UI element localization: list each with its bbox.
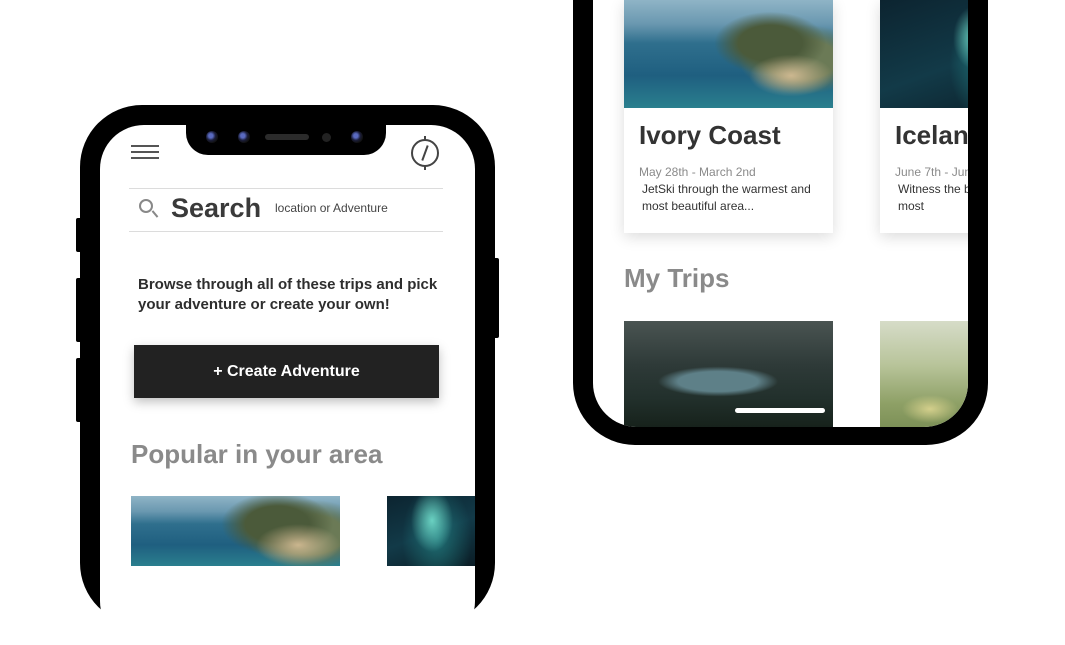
popular-trip-image-coast[interactable]	[131, 496, 340, 566]
trip-card-title: Iceland	[895, 120, 968, 150]
my-trips-title: My Trips	[624, 263, 730, 293]
menu-icon[interactable]	[131, 145, 161, 161]
trip-card[interactable]: Ivory Coast May 28th - March 2nd JetSki …	[624, 0, 833, 233]
speaker-grille	[265, 134, 309, 140]
popular-trip-image-aurora[interactable]	[387, 496, 475, 566]
trip-card-date: June 7th - June	[895, 165, 968, 179]
search-bar[interactable]: Search	[129, 188, 443, 232]
trip-card-title: Ivory Coast	[639, 120, 781, 150]
trip-card-date: May 28th - March 2nd	[639, 165, 756, 179]
front-camera-icon	[351, 131, 363, 143]
trip-card-description: JetSki through the warmest and most beau…	[642, 182, 811, 213]
phone-right: Ivory Coast May 28th - March 2nd JetSki …	[573, 0, 988, 445]
proximity-sensor	[322, 133, 331, 142]
search-icon	[139, 199, 153, 213]
compass-icon[interactable]	[411, 136, 439, 170]
my-trip-image-meadow[interactable]	[880, 321, 968, 427]
trip-card-description: Witness the beauty of one of most	[898, 182, 968, 213]
popular-section-title: Popular in your area	[131, 439, 383, 469]
phone-notch	[186, 125, 386, 155]
phone-left: Search Browse through all of these trips…	[80, 105, 495, 645]
intro-text: Browse through all of these trips and pi…	[138, 276, 438, 313]
trip-card-image	[624, 0, 833, 108]
create-adventure-button[interactable]: + Create Adventure	[134, 345, 439, 398]
search-label: Search	[171, 193, 262, 223]
sensor-icon	[238, 131, 250, 143]
phone-left-screen: Search Browse through all of these trips…	[100, 125, 475, 645]
phone-right-screen: Ivory Coast May 28th - March 2nd JetSki …	[593, 0, 968, 427]
camera-icon	[206, 131, 218, 143]
search-input[interactable]	[275, 201, 435, 215]
trip-card[interactable]: Iceland June 7th - June Witness the beau…	[880, 0, 968, 233]
trip-card-image	[880, 0, 968, 108]
home-indicator[interactable]	[735, 408, 825, 413]
